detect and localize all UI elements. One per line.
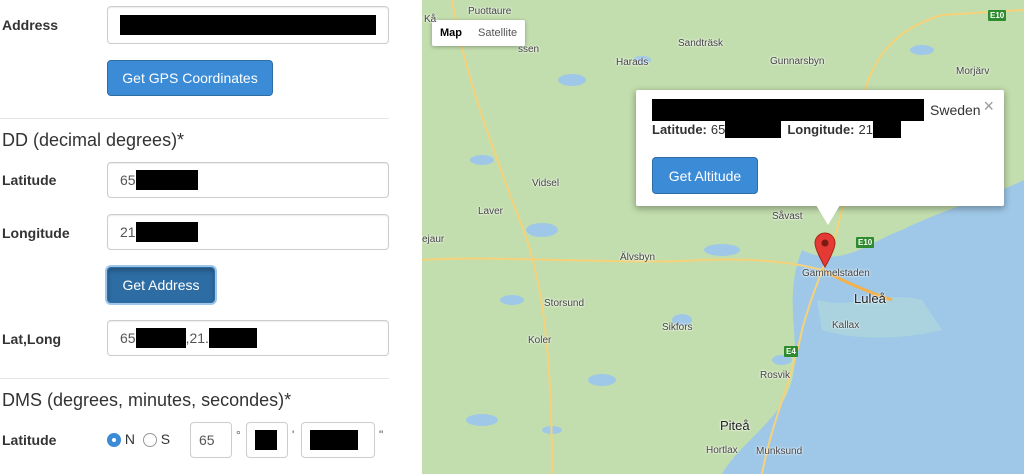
place-label: Sandträsk (678, 38, 724, 49)
popup-country: Sweden (930, 102, 981, 118)
redacted-popup-address (652, 99, 924, 121)
popup-lat-value: 65 (710, 121, 726, 137)
place-label: Kå (424, 14, 437, 25)
place-label: Rosvik (760, 370, 791, 381)
map-terrain (422, 0, 1024, 474)
redacted-popup-lat (725, 120, 782, 138)
address-input[interactable] (107, 6, 389, 44)
divider (0, 378, 389, 379)
radio-north-label: N (124, 431, 136, 447)
place-label: ejaur (422, 234, 445, 245)
redacted-latlong-b (208, 328, 257, 348)
place-label: Älvsbyn (620, 252, 656, 263)
road-shield-e10: E10 (856, 237, 875, 248)
dms-latitude-label: Latitude (2, 432, 57, 448)
radio-south[interactable] (142, 433, 157, 448)
redacted-latlong-a (135, 328, 186, 348)
popup-lng-label: Longitude: (787, 121, 855, 137)
latlong-label: Lat,Long (2, 331, 62, 347)
info-window: Sweden × Latitude: 65 Longitude: 21 Get … (636, 90, 1004, 206)
get-gps-coordinates-button[interactable]: Get GPS Coordinates (107, 60, 273, 96)
second-symbol: " (379, 428, 384, 442)
latlong-value-a: 65 (120, 330, 136, 346)
redacted-popup-lng (872, 120, 901, 138)
info-window-tail (816, 205, 840, 225)
close-icon[interactable]: × (983, 96, 994, 117)
map-type-satellite[interactable]: Satellite (470, 20, 525, 46)
address-label: Address (2, 17, 59, 33)
longitude-label: Longitude (2, 225, 70, 241)
place-label: Puottaure (468, 6, 512, 17)
place-label: Hortlax (706, 445, 738, 456)
minute-symbol: ' (292, 428, 295, 442)
longitude-value: 21 (120, 224, 136, 240)
coordinate-form: Address Get GPS Coordinates DD (decimal … (0, 0, 400, 474)
divider (0, 118, 389, 119)
place-label: Vidsel (532, 178, 560, 189)
radio-north[interactable] (107, 433, 121, 448)
place-label: Såvast (772, 211, 803, 222)
latitude-input[interactable]: 65 (107, 162, 389, 198)
longitude-input[interactable]: 21 (107, 214, 389, 250)
road-shield-e10: E10 (988, 10, 1007, 21)
map-type-map[interactable]: Map (432, 20, 470, 46)
place-label: Gunnarsbyn (770, 56, 825, 67)
latlong-input[interactable]: 65 ,21. (107, 320, 389, 356)
map-view[interactable]: Map Satellite Puottaure Kå ssen Sandträs… (422, 0, 1024, 474)
get-altitude-button[interactable]: Get Altitude (652, 157, 758, 194)
popup-coordinates: Latitude: 65 Longitude: 21 (652, 120, 901, 138)
place-label: Munksund (756, 446, 803, 457)
place-label: Morjärv (956, 66, 990, 77)
place-label: Harads (616, 57, 649, 68)
latlong-value-b: ,21. (185, 330, 209, 346)
dd-section-title: DD (decimal degrees)* (2, 130, 185, 150)
popup-lng-value: 21 (858, 121, 873, 137)
redacted-latitude (135, 170, 198, 190)
place-label: Koler (528, 335, 552, 346)
map-marker-icon[interactable] (814, 232, 836, 268)
redacted-longitude (135, 222, 198, 242)
place-label: Gammelstaden (802, 268, 870, 279)
hemisphere-radios: N S (107, 431, 171, 448)
latitude-value: 65 (120, 172, 136, 188)
map-type-toggle: Map Satellite (432, 20, 526, 46)
redacted-seconds (310, 430, 358, 450)
place-label: Storsund (544, 298, 585, 309)
road-shield-e4: E4 (784, 346, 798, 357)
dms-degrees-value: 65 (199, 432, 215, 448)
dms-seconds-input[interactable] (301, 422, 375, 458)
redacted-minutes (255, 430, 277, 450)
place-label: Luleå (854, 291, 886, 306)
dms-minutes-input[interactable] (246, 422, 288, 458)
latitude-label: Latitude (2, 172, 57, 188)
place-label: ssen (518, 44, 540, 55)
redacted-address (120, 15, 376, 35)
popup-address: Sweden (652, 99, 981, 121)
degree-symbol: ° (236, 428, 241, 442)
place-label: Kallax (832, 320, 860, 331)
dms-section-title: DMS (degrees, minutes, secondes)* (2, 390, 292, 410)
radio-south-label: S (160, 431, 171, 447)
place-label: Laver (478, 206, 504, 217)
popup-lat-label: Latitude: (652, 121, 707, 137)
place-label: Piteå (720, 418, 750, 433)
get-address-button[interactable]: Get Address (107, 267, 215, 303)
place-label: Sikfors (662, 322, 693, 333)
dms-degrees-input[interactable]: 65 (190, 422, 232, 458)
